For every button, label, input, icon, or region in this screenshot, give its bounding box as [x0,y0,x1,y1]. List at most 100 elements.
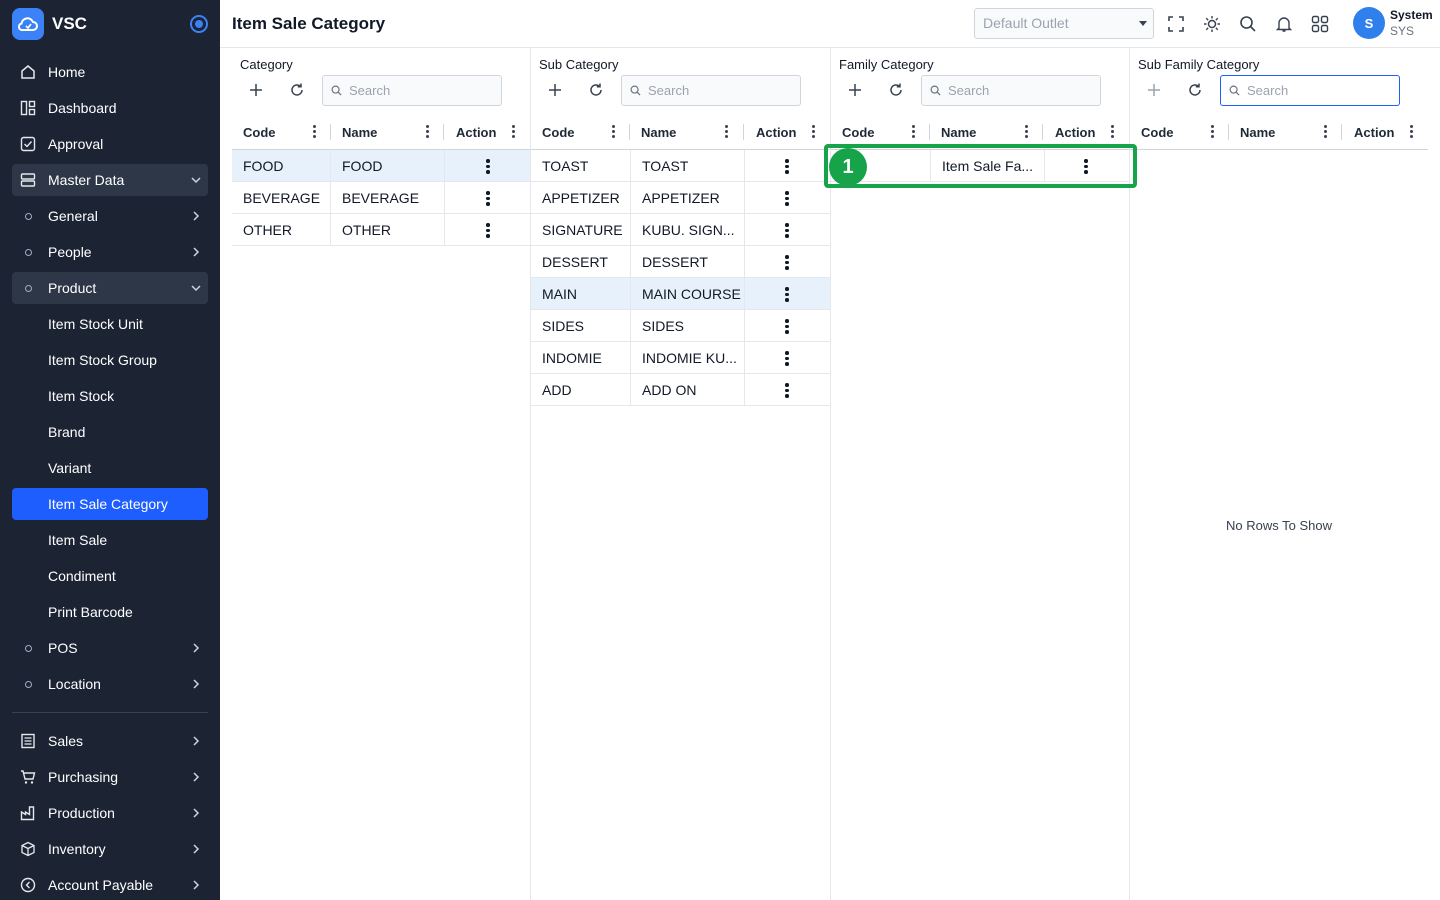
column-header-code[interactable]: Code [232,114,331,150]
column-menu-icon[interactable] [724,125,728,139]
sidebar-item-item-stock-unit[interactable]: Item Stock Unit [12,308,208,340]
row-action-menu-icon[interactable] [785,383,789,398]
fullscreen-icon[interactable] [1164,12,1188,36]
row-action-menu-icon[interactable] [785,191,789,206]
sidebar-item-approval[interactable]: Approval [12,128,208,160]
column-menu-icon[interactable] [312,125,316,139]
row-action-menu-icon[interactable] [785,287,789,302]
sub-category-panel: Sub Category Search Code Name Action TOA… [531,48,831,900]
sidebar-item-home[interactable]: Home [12,56,208,88]
cell-name: TOAST [631,150,745,182]
column-menu-icon[interactable] [811,125,815,139]
column-menu-icon[interactable] [1110,125,1114,139]
sidebar-item-pos[interactable]: POS [12,632,208,664]
circle-icon [12,248,44,256]
row-action-menu-icon[interactable] [785,351,789,366]
row-action-menu-icon[interactable] [785,255,789,270]
cell-name: OTHER [331,214,445,246]
add-icon[interactable] [244,78,268,102]
column-menu-icon[interactable] [425,125,429,139]
column-header-action[interactable]: Action [745,114,830,150]
table-row[interactable]: DESSERT DESSERT [531,246,830,278]
sidebar-item-item-sale[interactable]: Item Sale [12,524,208,556]
approval-icon [12,136,44,152]
row-action-menu-icon[interactable] [486,223,490,238]
empty-state-text: No Rows To Show [1226,518,1332,533]
sidebar-item-product[interactable]: Product [12,272,208,304]
column-header-action[interactable]: Action [445,114,530,150]
add-icon[interactable] [1142,78,1166,102]
add-icon[interactable] [843,78,867,102]
table-row[interactable]: INDOMIE INDOMIE KU... [531,342,830,374]
column-menu-icon[interactable] [1409,125,1413,139]
sidebar-item-variant[interactable]: Variant [12,452,208,484]
cell-name: SIDES [631,310,745,342]
bell-icon[interactable] [1272,12,1296,36]
sub-family-category-search-input[interactable]: Search [1220,75,1400,106]
row-action-menu-icon[interactable] [785,223,789,238]
column-menu-icon[interactable] [611,125,615,139]
column-menu-icon[interactable] [911,125,915,139]
row-action-menu-icon[interactable] [486,191,490,206]
sidebar-item-inventory[interactable]: Inventory [12,833,208,865]
table-row[interactable]: FOOD FOOD [232,150,530,182]
refresh-icon[interactable] [285,78,309,102]
factory-icon [12,805,44,821]
refresh-icon[interactable] [884,78,908,102]
sidebar-item-condiment[interactable]: Condiment [12,560,208,592]
database-icon [12,172,44,188]
sidebar-item-location[interactable]: Location [12,668,208,700]
search-icon[interactable] [1236,12,1260,36]
column-header-code[interactable]: Code [1130,114,1229,150]
sidebar-item-general[interactable]: General [12,200,208,232]
cell-name: BEVERAGE [331,182,445,214]
sub-category-search-input[interactable]: Search [621,75,801,106]
table-row[interactable]: BEVERAGE BEVERAGE [232,182,530,214]
sidebar-item-label: Home [48,64,86,80]
family-category-search-input[interactable]: Search [921,75,1101,106]
sidebar-item-print-barcode[interactable]: Print Barcode [12,596,208,628]
sidebar-item-label: General [48,208,98,224]
column-header-action[interactable]: Action [1343,114,1428,150]
sidebar-item-account-payable[interactable]: Account Payable [12,869,208,900]
chevron-right-icon [184,246,208,258]
sidebar-item-production[interactable]: Production [12,797,208,829]
table-row[interactable]: MAIN MAIN COURSE [531,278,830,310]
row-action-menu-icon[interactable] [785,319,789,334]
add-icon[interactable] [543,78,567,102]
table-row[interactable]: APPETIZER APPETIZER [531,182,830,214]
sidebar-item-sales[interactable]: Sales [12,725,208,757]
sidebar-item-master-data[interactable]: Master Data [12,164,208,196]
column-header-code[interactable]: Code [531,114,630,150]
table-row[interactable]: ADD ADD ON [531,374,830,406]
chevron-right-icon [184,642,208,654]
column-menu-icon[interactable] [1024,125,1028,139]
chevron-right-icon [184,843,208,855]
sidebar-item-label: Inventory [48,841,106,857]
sidebar-item-people[interactable]: People [12,236,208,268]
search-placeholder: Search [1247,83,1289,98]
sidebar-item-purchasing[interactable]: Purchasing [12,761,208,793]
row-action-menu-icon[interactable] [785,159,789,174]
sidebar-item-brand[interactable]: Brand [12,416,208,448]
table-row[interactable]: SIDES SIDES [531,310,830,342]
sidebar-item-item-stock-group[interactable]: Item Stock Group [12,344,208,376]
column-menu-icon[interactable] [511,125,515,139]
sidebar-item-item-stock[interactable]: Item Stock [12,380,208,412]
sidebar-item-item-sale-category[interactable]: Item Sale Category [12,488,208,520]
column-menu-icon[interactable] [1323,125,1327,139]
refresh-icon[interactable] [1183,78,1207,102]
column-menu-icon[interactable] [1210,125,1214,139]
apps-grid-icon[interactable] [1308,12,1332,36]
sidebar-pin-toggle[interactable] [190,15,208,33]
table-row[interactable]: OTHER OTHER [232,214,530,246]
table-row[interactable]: TOAST TOAST [531,150,830,182]
row-action-menu-icon[interactable] [486,159,490,174]
sidebar-item-dashboard[interactable]: Dashboard [12,92,208,124]
avatar[interactable]: S [1353,7,1385,39]
theme-sun-icon[interactable] [1200,12,1224,36]
outlet-select[interactable]: Default Outlet [974,8,1154,39]
category-search-input[interactable]: Search [322,75,502,106]
table-row[interactable]: SIGNATURE KUBU. SIGN... [531,214,830,246]
refresh-icon[interactable] [584,78,608,102]
